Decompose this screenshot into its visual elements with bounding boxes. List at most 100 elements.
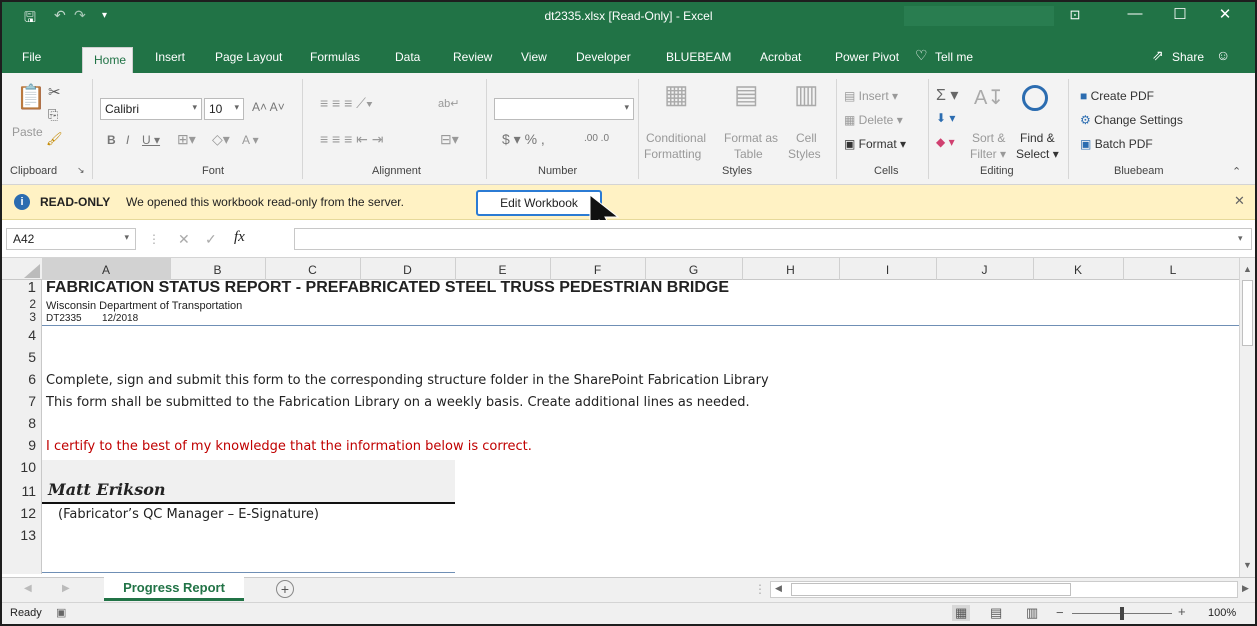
name-box[interactable]: A42 ▾ [6, 228, 136, 250]
decimal-icon[interactable]: .00 .0 [584, 133, 609, 144]
paste-button[interactable]: Paste [12, 125, 43, 139]
align-top-icon[interactable]: ≡ ≡ ≡ ⟋▾ [320, 95, 373, 112]
font-name-select[interactable]: Calibri ▾ [100, 98, 202, 120]
tab-insert[interactable]: Insert [155, 50, 185, 64]
row-header[interactable]: 4 [2, 327, 40, 343]
font-size-select[interactable]: 10 ▾ [204, 98, 244, 120]
row-header[interactable]: 2 [2, 297, 40, 311]
h-scroll-thumb[interactable] [791, 583, 1071, 596]
row-header[interactable]: 7 [2, 393, 40, 409]
horizontal-scrollbar[interactable]: ◀ [770, 581, 1238, 598]
conditional-formatting-icon[interactable]: ▦ [664, 79, 689, 110]
tab-acrobat[interactable]: Acrobat [760, 50, 801, 64]
prev-sheet-icon[interactable]: ◀ [24, 583, 32, 594]
find-icon[interactable] [1022, 85, 1048, 111]
tab-power-pivot[interactable]: Power Pivot [835, 50, 899, 64]
close-infobar-icon[interactable]: ✕ [1234, 193, 1245, 209]
normal-view-icon[interactable]: ▦ [952, 605, 971, 621]
row-header[interactable]: 12 [2, 505, 40, 521]
format-cells-button[interactable]: ▣ Format ▾ [844, 137, 906, 151]
insert-cells-button[interactable]: ▤ Insert ▾ [844, 89, 898, 103]
row-header[interactable]: 11 [2, 483, 40, 499]
row-header[interactable]: 3 [2, 310, 40, 324]
row-header[interactable]: 13 [2, 527, 40, 543]
fill-icon[interactable]: ⬇ ▾ [936, 111, 955, 125]
borders-icon[interactable]: ⊞▾ [177, 131, 196, 148]
col-header[interactable]: B [170, 263, 265, 277]
splitter-icon[interactable]: ⋮ [754, 582, 766, 596]
col-header[interactable]: E [455, 263, 550, 277]
conditional-formatting-button[interactable]: Conditional [646, 131, 706, 145]
smiley-icon[interactable]: ☺ [1216, 47, 1230, 63]
batch-pdf-button[interactable]: ▣ Batch PDF [1080, 137, 1153, 151]
scroll-left-icon[interactable]: ◀ [775, 583, 782, 594]
copy-icon[interactable]: ⎘ [48, 107, 58, 123]
tab-formulas[interactable]: Formulas [310, 50, 360, 64]
fill-color-icon[interactable]: ◇▾ [212, 131, 230, 148]
col-header[interactable]: A [42, 263, 170, 277]
page-layout-view-icon[interactable]: ▤ [990, 605, 1002, 621]
tab-developer[interactable]: Developer [576, 50, 631, 64]
font-color-icon[interactable]: A ▾ [242, 133, 259, 147]
find-select-button[interactable]: Find & [1020, 131, 1055, 145]
change-settings-button[interactable]: ⚙ Change Settings [1080, 113, 1183, 127]
col-header[interactable]: I [839, 263, 936, 277]
cell-styles-button[interactable]: Cell [796, 131, 817, 145]
row-header[interactable]: 9 [2, 437, 40, 453]
tab-review[interactable]: Review [453, 50, 492, 64]
delete-cells-button[interactable]: ▦ Delete ▾ [844, 113, 903, 127]
col-header[interactable]: F [550, 263, 645, 277]
merge-icon[interactable]: ⊟▾ [440, 131, 459, 148]
col-header[interactable]: G [645, 263, 742, 277]
currency-icon[interactable]: $ ▾ % , [502, 131, 545, 148]
paste-icon[interactable]: 📋 [16, 83, 46, 112]
format-painter-icon[interactable]: 🖌 [46, 131, 63, 147]
format-as-table-icon[interactable]: ▤ [734, 79, 759, 110]
sheet-tab-progress-report[interactable]: Progress Report [104, 577, 244, 601]
row-header[interactable]: 10 [2, 459, 40, 475]
format-as-table-button[interactable]: Format as [724, 131, 778, 145]
align-left-icon[interactable]: ≡ ≡ ≡ ⇤ ⇥ [320, 131, 384, 148]
add-sheet-button[interactable]: + [276, 580, 294, 598]
macro-record-icon[interactable]: ▣ [56, 606, 66, 619]
expand-formula-icon[interactable]: ▾ [1238, 233, 1243, 244]
sort-filter-icon[interactable]: A↧ [974, 85, 1004, 110]
page-break-view-icon[interactable]: ▥ [1026, 605, 1038, 621]
col-header[interactable]: L [1123, 263, 1223, 277]
zoom-slider-thumb[interactable] [1120, 607, 1124, 620]
scroll-right-icon[interactable]: ▶ [1242, 583, 1249, 594]
select-all-icon[interactable] [24, 264, 40, 278]
cancel-icon[interactable]: ✕ [178, 231, 190, 248]
close-icon[interactable]: ✕ [1202, 5, 1248, 23]
maximize-icon[interactable]: ☐ [1157, 5, 1203, 23]
dialog-launcher-icon[interactable]: ↘ [77, 165, 85, 176]
share-button[interactable]: Share [1172, 50, 1204, 64]
bold-icon[interactable]: B [107, 133, 116, 147]
wrap-text-icon[interactable]: ab↵ [438, 97, 459, 110]
ribbon-display-icon[interactable]: ⊡ [1052, 7, 1098, 23]
sort-filter-button[interactable]: Sort & [972, 131, 1005, 145]
vertical-scrollbar[interactable]: ▲ ▼ [1239, 258, 1255, 577]
number-format-select[interactable]: ▾ [494, 98, 634, 120]
row-header[interactable]: 5 [2, 349, 40, 365]
scroll-up-icon[interactable]: ▲ [1243, 264, 1252, 274]
tell-me-search[interactable]: Tell me [935, 50, 973, 64]
italic-icon[interactable]: I [126, 133, 129, 147]
zoom-out-icon[interactable]: − [1056, 605, 1064, 620]
enter-icon[interactable]: ✓ [205, 231, 217, 248]
tab-bluebeam[interactable]: BLUEBEAM [666, 50, 731, 64]
create-pdf-button[interactable]: ■ Create PDF [1080, 89, 1154, 103]
formula-input[interactable] [294, 228, 1252, 250]
font-grow-icon[interactable]: A˄ A˅ [252, 100, 285, 114]
insert-function-icon[interactable]: fx [234, 229, 245, 246]
col-header[interactable]: C [265, 263, 360, 277]
row-header[interactable]: 8 [2, 415, 40, 431]
account-area[interactable] [904, 6, 1054, 26]
clear-icon[interactable]: ◆ ▾ [936, 135, 955, 149]
underline-icon[interactable]: U ▾ [142, 133, 160, 147]
row-header[interactable]: 6 [2, 371, 40, 387]
zoom-level[interactable]: 100% [1208, 607, 1236, 619]
minimize-icon[interactable]: — [1112, 5, 1158, 22]
cut-icon[interactable]: ✂ [48, 83, 61, 101]
col-header[interactable]: J [936, 263, 1033, 277]
